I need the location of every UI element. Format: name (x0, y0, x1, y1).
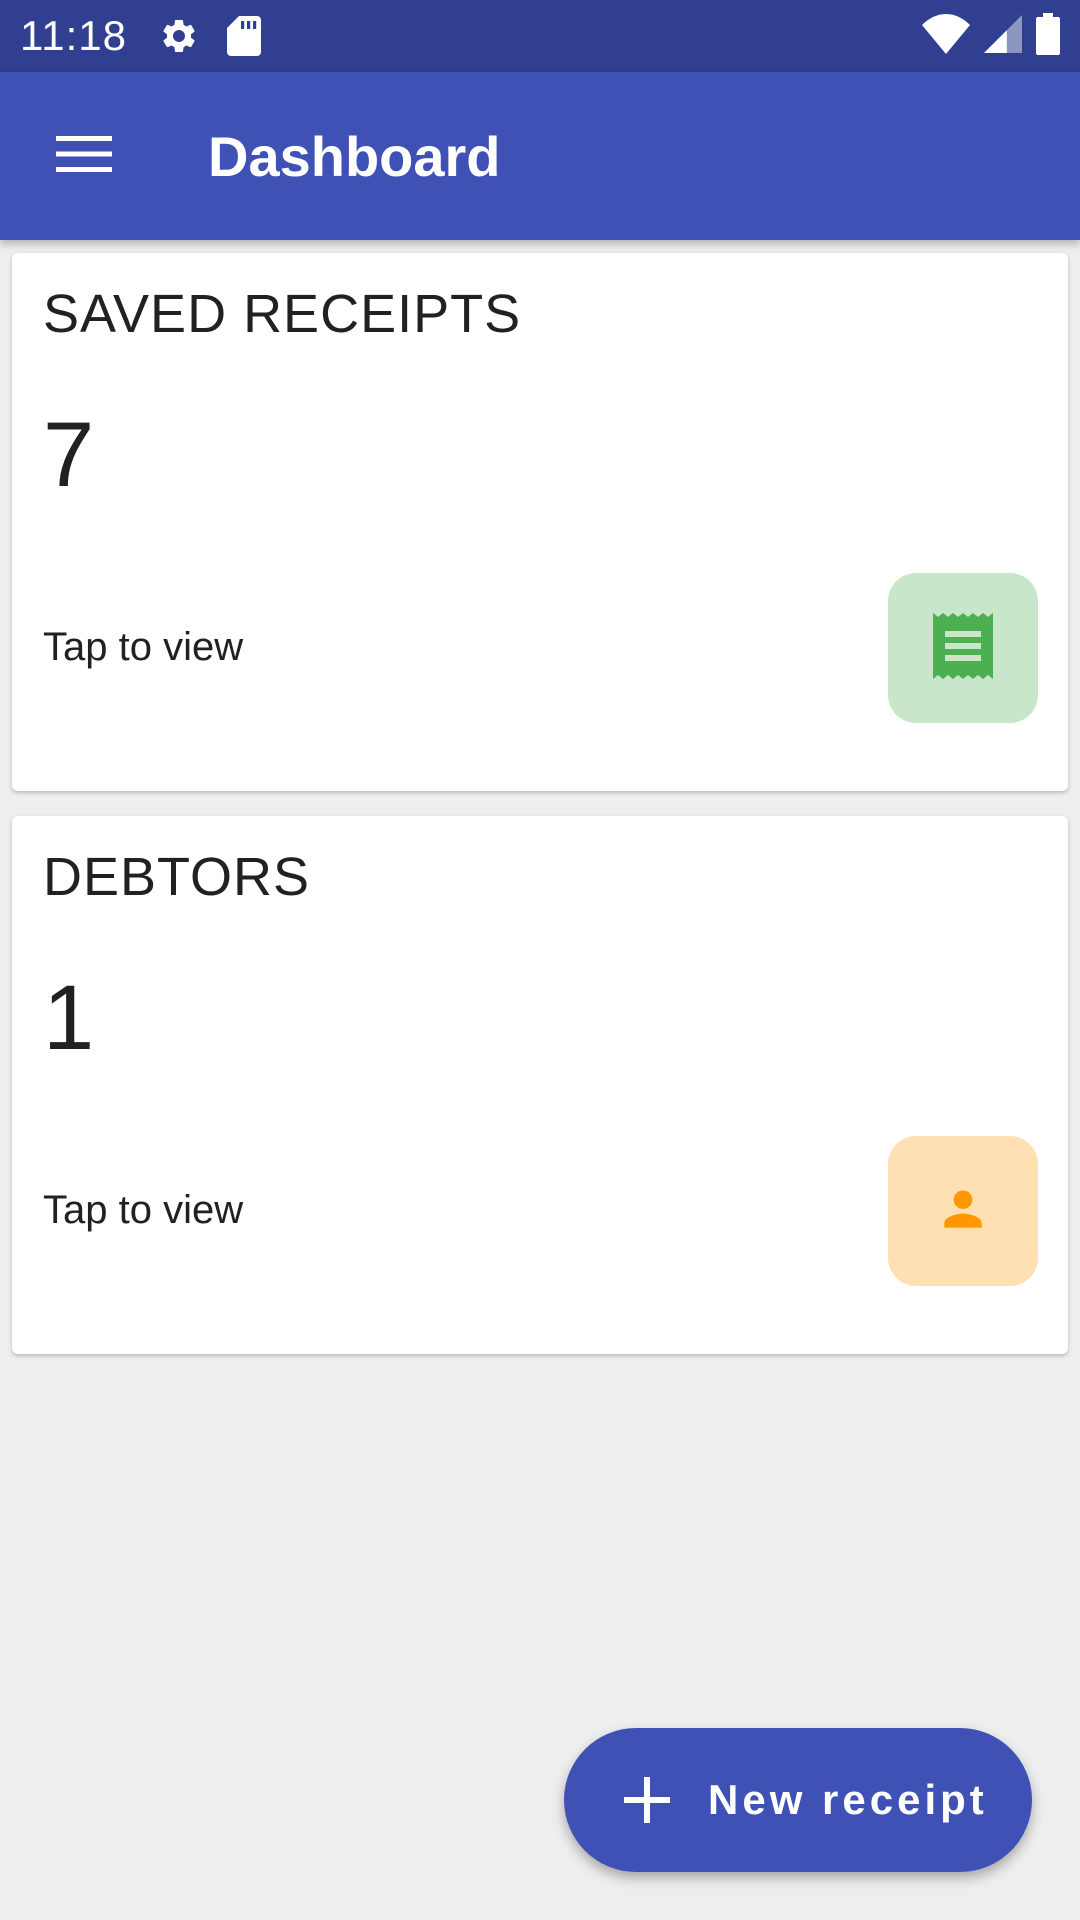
app-bar: Dashboard (0, 72, 1080, 240)
person-icon (935, 1181, 991, 1242)
saved-receipts-card[interactable]: SAVED RECEIPTS 7 Tap to view (12, 253, 1068, 791)
sd-card-icon (227, 16, 261, 56)
new-receipt-button[interactable]: New receipt (564, 1728, 1032, 1872)
page-title: Dashboard (208, 124, 501, 188)
receipt-icon-box (888, 573, 1038, 723)
wifi-icon (922, 13, 970, 59)
status-time: 11:18 (20, 12, 127, 59)
menu-button[interactable] (36, 108, 132, 204)
card-title: DEBTORS (43, 847, 311, 907)
new-receipt-label: New receipt (708, 1776, 988, 1823)
cell-signal-icon (984, 14, 1022, 58)
debtors-card[interactable]: DEBTORS 1 Tap to view (12, 816, 1068, 1354)
person-icon-box (888, 1136, 1038, 1286)
card-count: 7 (43, 404, 95, 506)
hamburger-menu-icon (56, 134, 112, 179)
plus-icon (624, 1777, 670, 1823)
receipt-icon (933, 612, 993, 684)
card-title: SAVED RECEIPTS (43, 284, 522, 344)
card-hint: Tap to view (43, 1188, 244, 1232)
card-count: 1 (43, 967, 95, 1069)
gear-icon (159, 16, 199, 56)
card-hint: Tap to view (43, 625, 244, 669)
battery-icon (1036, 12, 1060, 60)
status-bar: 11:18 (0, 0, 1080, 72)
status-right-icons (922, 12, 1060, 60)
